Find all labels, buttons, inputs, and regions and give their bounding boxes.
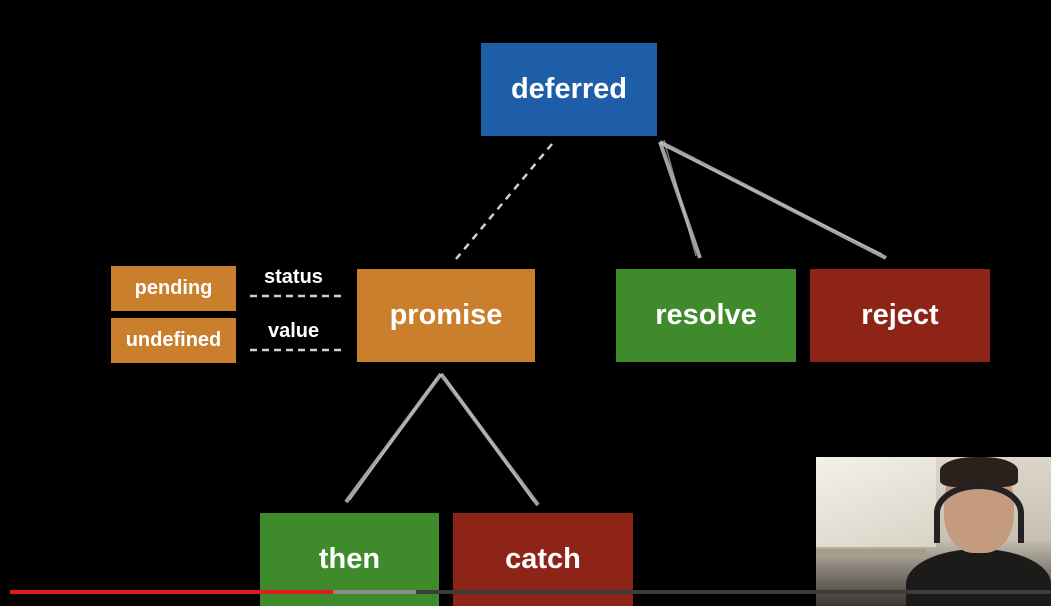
node-deferred: deferred bbox=[481, 43, 657, 136]
edge-promise-then bbox=[344, 372, 443, 504]
edge-deferred-promise bbox=[455, 143, 553, 260]
video-played-bar[interactable] bbox=[10, 590, 333, 594]
webcam-overlay bbox=[816, 457, 1051, 606]
label-status: status bbox=[264, 266, 323, 288]
node-pending: pending bbox=[111, 266, 236, 311]
label-value: value bbox=[268, 320, 320, 342]
edge-promise-catch bbox=[439, 372, 540, 507]
webcam-window bbox=[816, 457, 936, 547]
node-reject: reject bbox=[810, 269, 990, 362]
headphones-icon bbox=[934, 483, 1024, 543]
node-undefined: undefined bbox=[111, 318, 236, 363]
webcam-presenter-body bbox=[906, 549, 1051, 606]
webcam-shelf bbox=[816, 549, 926, 559]
node-promise: promise bbox=[357, 269, 535, 362]
video-progress-bar[interactable] bbox=[10, 590, 1051, 594]
node-resolve: resolve bbox=[616, 269, 796, 362]
